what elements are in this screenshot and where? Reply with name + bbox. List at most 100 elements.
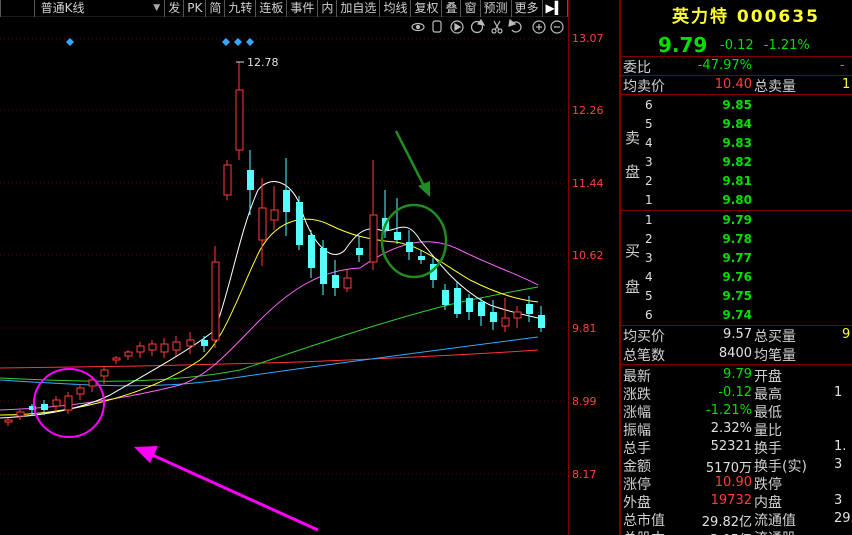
candle-body[interactable]	[454, 288, 461, 314]
candle-body[interactable]	[332, 275, 339, 288]
candle-body[interactable]	[258, 207, 267, 241]
period-select[interactable]: 普通K线 ▼	[35, 0, 166, 17]
candle-body[interactable]	[356, 248, 363, 255]
avg-buy-label: 均买价	[623, 329, 665, 345]
highlight-circle-green	[380, 203, 448, 279]
candle-body[interactable]	[283, 190, 290, 212]
weibi-label: 委比	[623, 60, 651, 76]
toolbar-button-pk[interactable]: PK	[184, 0, 207, 17]
candle-body[interactable]	[418, 256, 425, 260]
toolbar-button-overlay[interactable]: 叠	[442, 0, 462, 17]
hand-icon[interactable]	[432, 20, 442, 33]
toolbar-button-window[interactable]: 窗	[461, 0, 481, 17]
avg-buy-value: 9.57	[723, 327, 752, 342]
toolbar-button-shijian[interactable]: 事件	[287, 0, 319, 17]
stat-value: 5170万	[705, 461, 752, 476]
candle-body[interactable]	[41, 404, 48, 410]
sell-level-price[interactable]: 9.83	[680, 136, 752, 150]
buy-level-price[interactable]: 9.74	[680, 308, 752, 322]
toolbar-button-forecast[interactable]: 预测	[481, 0, 512, 17]
sell-level-price[interactable]: 9.85	[680, 98, 752, 112]
candle-body[interactable]	[343, 277, 352, 289]
candle-body[interactable]	[186, 339, 195, 347]
toolbar-button-fa[interactable]: 发	[165, 0, 185, 17]
candle-body[interactable]	[478, 302, 485, 316]
price-axis-tick: 13.07	[572, 32, 604, 45]
toolbar-button-nei[interactable]: 内	[318, 0, 338, 17]
toolbar-button-fuquan[interactable]: 复权	[411, 0, 443, 17]
candle-body[interactable]	[223, 164, 232, 196]
candle-body[interactable]	[124, 351, 133, 357]
sell-level-price[interactable]: 9.84	[680, 117, 752, 131]
candle-body[interactable]	[466, 298, 473, 312]
zoom-out-icon[interactable]	[550, 20, 564, 34]
total-buy-value: 9	[842, 327, 851, 342]
candle-body[interactable]	[394, 232, 401, 240]
candle-body[interactable]	[235, 89, 244, 151]
toolbar-button-more[interactable]: 更多	[512, 0, 543, 17]
sell-level-price[interactable]: 9.81	[680, 174, 752, 188]
candle-body[interactable]	[100, 369, 109, 377]
buy-level-index: 1	[645, 213, 653, 227]
zoom-in-icon[interactable]	[532, 20, 546, 34]
ma250-line	[0, 349, 539, 369]
candle-body[interactable]	[211, 261, 220, 341]
total-buy-label: 总买量	[754, 329, 796, 345]
buy-level-price[interactable]: 9.79	[680, 213, 752, 227]
candle-body[interactable]	[501, 317, 510, 327]
price-axis: 13.07 12.26 11.44 10.62 9.81 8.99 8.17	[568, 0, 620, 535]
price-change: -0.12 -1.21%	[720, 38, 810, 53]
candle-body[interactable]	[136, 345, 145, 353]
candle-body[interactable]	[4, 419, 13, 423]
toolbar-button-add-watchlist[interactable]: 加自选	[337, 0, 381, 17]
stat-label: 最新	[623, 369, 651, 385]
candle-body[interactable]	[308, 235, 315, 268]
candle-body[interactable]	[52, 399, 61, 407]
toolbar-button-ma[interactable]: 均线	[380, 0, 412, 17]
candle-body[interactable]	[64, 395, 73, 411]
refresh-icon[interactable]	[470, 18, 486, 34]
toolbar-button-jiuzhuan[interactable]: 九转	[225, 0, 257, 17]
candle-body[interactable]	[201, 340, 208, 346]
scissors-icon[interactable]	[491, 20, 503, 34]
candle-body[interactable]	[112, 357, 121, 361]
stock-title: 英力特 000635	[672, 2, 820, 27]
toolbar-lead-button[interactable]	[0, 0, 35, 17]
toolbar-button-lianban[interactable]: 连板	[256, 0, 288, 17]
candle-body[interactable]	[76, 387, 85, 395]
sell-level-price[interactable]: 9.82	[680, 155, 752, 169]
kline-chart[interactable]: 12.78	[0, 17, 568, 535]
play-icon[interactable]	[450, 20, 464, 34]
buy-level-price[interactable]: 9.77	[680, 251, 752, 265]
candle-body[interactable]	[270, 209, 279, 221]
price-axis-tick: 9.81	[572, 322, 597, 335]
candle-body[interactable]	[513, 311, 522, 319]
undo-icon[interactable]	[508, 18, 522, 33]
stock-code: 000635	[736, 7, 820, 27]
buy-level-price[interactable]: 9.76	[680, 270, 752, 284]
candle-body[interactable]	[296, 202, 303, 245]
candle-body[interactable]	[369, 214, 378, 263]
candle-body[interactable]	[526, 304, 533, 314]
candle-body[interactable]	[320, 248, 327, 284]
candle-body[interactable]	[490, 312, 497, 322]
candle-body[interactable]	[247, 170, 254, 190]
buy-level-price[interactable]: 9.75	[680, 289, 752, 303]
green-arrow-line	[394, 130, 426, 187]
candle-body[interactable]	[172, 341, 181, 351]
candle-body[interactable]	[16, 411, 25, 417]
candle-body[interactable]	[538, 315, 545, 328]
collapse-panel-icon[interactable]: ▶▍	[543, 0, 568, 17]
toolbar-button-jian[interactable]: 简	[206, 0, 226, 17]
divider	[620, 210, 852, 211]
sell-level-price[interactable]: 9.80	[680, 193, 752, 207]
candle-body[interactable]	[442, 290, 449, 305]
buy-level-index: 6	[645, 308, 653, 322]
buy-level-price[interactable]: 9.78	[680, 232, 752, 246]
candle-body[interactable]	[160, 343, 169, 353]
total-trades-value: 8400	[718, 346, 752, 361]
buy-side-label: 盘	[625, 278, 641, 296]
eye-icon[interactable]	[411, 22, 425, 32]
candle-body[interactable]	[148, 343, 157, 351]
candle-body[interactable]	[406, 242, 413, 252]
